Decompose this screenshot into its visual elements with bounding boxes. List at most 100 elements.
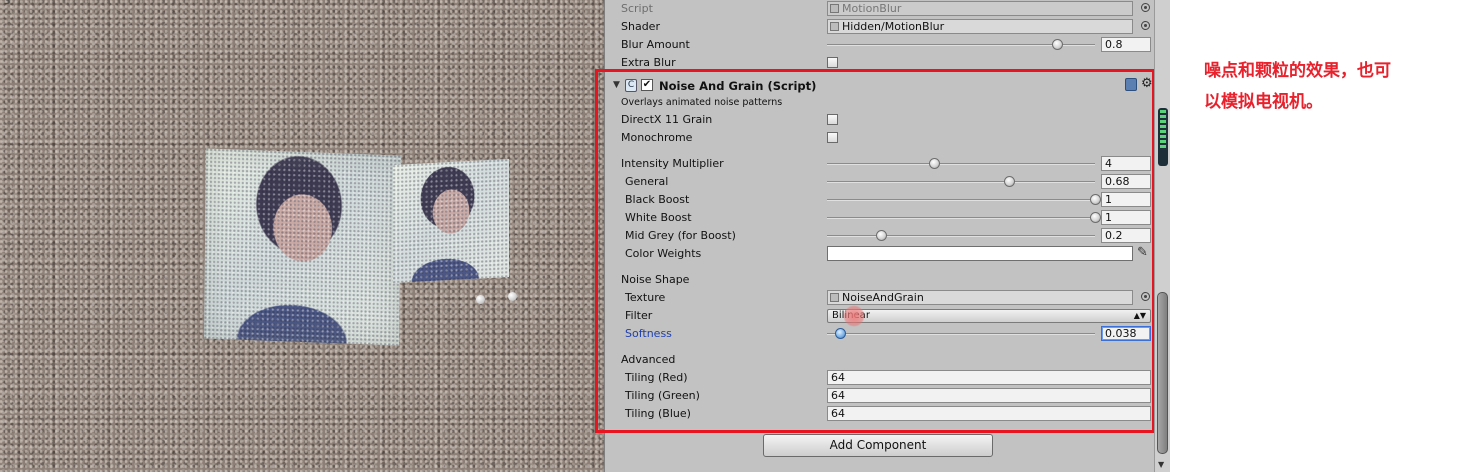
mid-grey-label: Mid Grey (for Boost) bbox=[625, 229, 736, 242]
extra-blur-label: Extra Blur bbox=[621, 56, 676, 69]
black-boost-label: Black Boost bbox=[625, 193, 690, 206]
tiling-red-row: Tiling (Red) 64 bbox=[617, 369, 1157, 387]
tiling-blue-label: Tiling (Blue) bbox=[625, 407, 691, 420]
component-title: Noise And Grain (Script) bbox=[659, 79, 817, 93]
softness-field[interactable]: 0.038 bbox=[1101, 326, 1151, 341]
component-description: Overlays animated noise patterns bbox=[621, 97, 783, 108]
black-boost-slider[interactable] bbox=[827, 194, 1101, 205]
mid-grey-row: Mid Grey (for Boost) 0.2 bbox=[617, 227, 1157, 245]
white-boost-label: White Boost bbox=[625, 211, 692, 224]
component-enabled-checkbox[interactable]: ✔ bbox=[641, 79, 653, 91]
white-boost-row: White Boost 1 bbox=[617, 209, 1157, 227]
tiling-green-row: Tiling (Green) 64 bbox=[617, 387, 1157, 405]
tiling-blue-row: Tiling (Blue) 64 bbox=[617, 405, 1157, 423]
texture-field[interactable]: NoiseAndGrain bbox=[827, 290, 1133, 305]
component-divider bbox=[611, 71, 1170, 72]
tiling-green-field[interactable]: 64 bbox=[827, 388, 1151, 403]
shader-field-value: Hidden/MotionBlur bbox=[842, 20, 945, 33]
scene-view[interactable]: 3 bbox=[0, 0, 604, 472]
noise-and-grain-header[interactable]: ▼ C ✔ Noise And Grain (Script) ⚙ bbox=[613, 76, 1161, 96]
monochrome-checkbox[interactable] bbox=[827, 132, 838, 143]
dropdown-arrow-icon: ▲▼ bbox=[1133, 311, 1146, 320]
inspector-scrollbar[interactable]: ▼ bbox=[1154, 0, 1170, 472]
slider-knob[interactable] bbox=[1004, 176, 1016, 187]
eyedropper-icon[interactable]: ✎ bbox=[1137, 245, 1148, 260]
foldout-arrow-icon[interactable]: ▼ bbox=[613, 80, 620, 90]
extra-blur-row: Extra Blur bbox=[617, 54, 1157, 72]
annotation-note: 噪点和颗粒的效果，也可 以模拟电视机。 bbox=[1204, 56, 1444, 118]
blur-amount-field[interactable]: 0.8 bbox=[1101, 37, 1151, 52]
textured-quad-small[interactable] bbox=[393, 158, 509, 284]
advanced-header: Advanced bbox=[621, 353, 676, 366]
scrollbar-thumb[interactable] bbox=[1157, 292, 1168, 454]
texture-row: Texture NoiseAndGrain bbox=[617, 289, 1157, 307]
add-component-button[interactable]: Add Component bbox=[763, 434, 993, 457]
csharp-script-icon: C bbox=[625, 79, 637, 92]
intensity-multiplier-slider[interactable] bbox=[827, 158, 1095, 169]
directx11-grain-label: DirectX 11 Grain bbox=[621, 113, 713, 126]
script-file-icon bbox=[830, 4, 839, 13]
slider-knob[interactable] bbox=[929, 158, 941, 169]
intensity-multiplier-field[interactable]: 4 bbox=[1101, 156, 1151, 171]
general-field[interactable]: 0.68 bbox=[1101, 174, 1151, 189]
script-label: Script bbox=[621, 2, 653, 15]
general-row: General 0.68 bbox=[617, 173, 1157, 191]
tiling-red-label: Tiling (Red) bbox=[625, 371, 688, 384]
object-picker-icon[interactable] bbox=[1141, 292, 1150, 301]
scene-particle bbox=[508, 292, 517, 301]
tiling-green-label: Tiling (Green) bbox=[625, 389, 700, 402]
object-picker-icon[interactable] bbox=[1141, 3, 1150, 12]
blur-amount-row: Blur Amount 0.8 bbox=[617, 36, 1157, 54]
directx11-grain-row: DirectX 11 Grain bbox=[617, 111, 1157, 129]
black-boost-field[interactable]: 1 bbox=[1101, 192, 1151, 207]
noise-shape-header-row: Noise Shape bbox=[617, 271, 1157, 289]
intensity-multiplier-label: Intensity Multiplier bbox=[621, 157, 724, 170]
general-label: General bbox=[625, 175, 669, 188]
scene-particle bbox=[476, 295, 485, 304]
textured-quad-large[interactable] bbox=[204, 148, 401, 346]
tiling-red-field[interactable]: 64 bbox=[827, 370, 1151, 385]
black-boost-row: Black Boost 1 bbox=[617, 191, 1157, 209]
script-field-value: MotionBlur bbox=[842, 2, 902, 15]
shader-field[interactable]: Hidden/MotionBlur bbox=[827, 19, 1133, 34]
extra-blur-checkbox[interactable] bbox=[827, 57, 838, 68]
gear-icon[interactable]: ⚙ bbox=[1141, 76, 1153, 91]
slider-knob[interactable] bbox=[1090, 194, 1101, 205]
script-field[interactable]: MotionBlur bbox=[827, 1, 1133, 16]
blur-amount-label: Blur Amount bbox=[621, 38, 690, 51]
mid-grey-field[interactable]: 0.2 bbox=[1101, 228, 1151, 243]
scroll-down-arrow-icon[interactable]: ▼ bbox=[1158, 460, 1164, 469]
color-weights-swatch[interactable] bbox=[827, 246, 1133, 261]
blur-amount-slider[interactable] bbox=[827, 39, 1095, 50]
texture-thumbnail-icon bbox=[830, 293, 839, 302]
audio-level-meter bbox=[1158, 108, 1168, 166]
shader-file-icon bbox=[830, 22, 839, 31]
slider-knob[interactable] bbox=[835, 328, 847, 339]
shader-label: Shader bbox=[621, 20, 660, 33]
slider-knob[interactable] bbox=[1090, 212, 1101, 223]
softness-slider[interactable] bbox=[827, 328, 1095, 339]
object-picker-icon[interactable] bbox=[1141, 21, 1150, 30]
directx11-grain-checkbox[interactable] bbox=[827, 114, 838, 125]
slider-knob[interactable] bbox=[1052, 39, 1064, 50]
softness-row: Softness 0.038 bbox=[617, 325, 1157, 343]
help-book-icon[interactable] bbox=[1125, 78, 1137, 91]
general-slider[interactable] bbox=[827, 176, 1095, 187]
slider-knob[interactable] bbox=[875, 230, 887, 241]
annotation-line-2: 以模拟电视机。 bbox=[1204, 92, 1323, 112]
tiling-blue-field[interactable]: 64 bbox=[827, 406, 1151, 421]
color-weights-row: Color Weights ✎ bbox=[617, 245, 1157, 263]
monochrome-row: Monochrome bbox=[617, 129, 1157, 147]
filter-label: Filter bbox=[625, 309, 653, 322]
filter-dropdown[interactable]: Bilinear ▲▼ bbox=[827, 309, 1151, 323]
white-boost-field[interactable]: 1 bbox=[1101, 210, 1151, 225]
annotation-line-1: 噪点和颗粒的效果，也可 bbox=[1204, 61, 1391, 81]
shader-row: Shader Hidden/MotionBlur bbox=[617, 18, 1157, 36]
intensity-multiplier-row: Intensity Multiplier 4 bbox=[617, 155, 1157, 173]
noise-shape-header: Noise Shape bbox=[621, 273, 690, 286]
mid-grey-slider[interactable] bbox=[827, 230, 1095, 241]
monochrome-label: Monochrome bbox=[621, 131, 693, 144]
texture-field-value: NoiseAndGrain bbox=[842, 291, 924, 304]
scene-corner-label: 3 bbox=[4, 0, 11, 7]
white-boost-slider[interactable] bbox=[827, 212, 1101, 223]
